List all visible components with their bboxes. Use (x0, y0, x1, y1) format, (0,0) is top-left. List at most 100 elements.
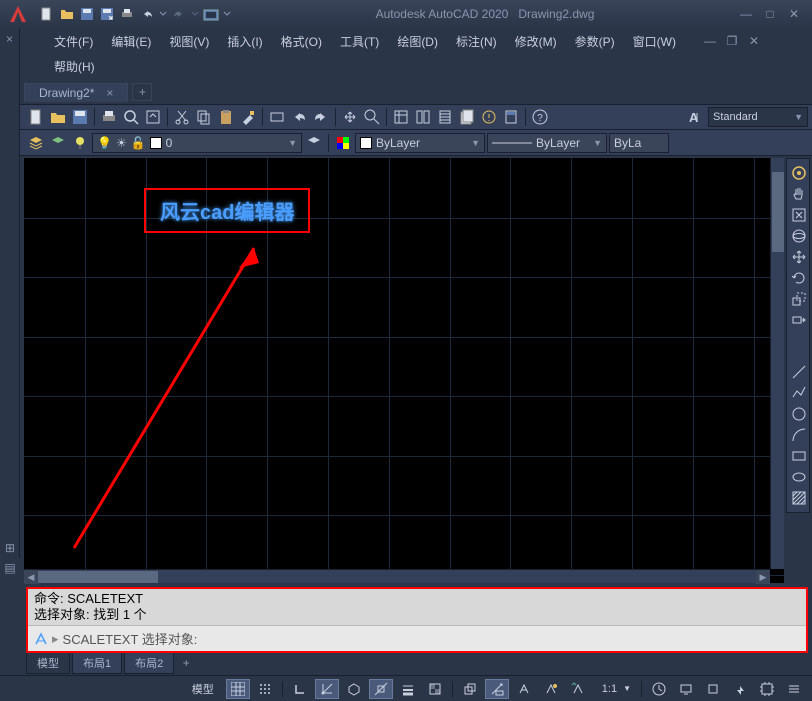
menu-edit[interactable]: 编辑(E) (103, 31, 159, 52)
toolbar-close-icon[interactable]: × (0, 28, 19, 50)
design-center-icon[interactable] (413, 107, 433, 127)
tool-palettes-icon[interactable] (435, 107, 455, 127)
new-file-icon[interactable] (26, 107, 46, 127)
sheet-set-icon[interactable] (457, 107, 477, 127)
layer-off-icon[interactable] (70, 133, 90, 153)
snap-toggle-icon[interactable] (253, 679, 277, 699)
osnap-toggle-icon[interactable] (369, 679, 393, 699)
redo-tb-icon[interactable] (311, 107, 331, 127)
menu-draw[interactable]: 绘图(D) (389, 31, 446, 52)
text-style-dropdown[interactable]: Standard▼ (708, 107, 808, 127)
menu-dimension[interactable]: 标注(N) (448, 31, 505, 52)
rectangle-tool-icon[interactable] (789, 446, 809, 466)
pan-tool-icon[interactable] (789, 184, 809, 204)
scroll-right-icon[interactable]: ▶ (756, 570, 770, 584)
layout1-tab[interactable]: 布局1 (72, 652, 122, 674)
line-tool-icon[interactable] (789, 362, 809, 382)
menu-tools[interactable]: 工具(T) (332, 31, 387, 52)
arc-tool-icon[interactable] (789, 425, 809, 445)
layer-match-icon[interactable] (304, 133, 324, 153)
menu-format[interactable]: 格式(O) (273, 31, 330, 52)
linetype-dropdown[interactable]: ByLayer ▼ (487, 133, 607, 153)
cut-icon[interactable] (172, 107, 192, 127)
add-layout-button[interactable]: + (176, 656, 196, 670)
autoscale-icon[interactable] (566, 679, 590, 699)
quickcalc-icon[interactable] (501, 107, 521, 127)
annotation-monitor-icon[interactable] (674, 679, 698, 699)
transparency-toggle-icon[interactable] (423, 679, 447, 699)
palette-icon[interactable]: ⊞ (2, 540, 18, 556)
lineweight-toggle-icon[interactable] (396, 679, 420, 699)
paste-icon[interactable] (216, 107, 236, 127)
menu-help[interactable]: 帮助(H) (46, 56, 103, 77)
grid-toggle-icon[interactable] (226, 679, 250, 699)
help-icon[interactable]: ? (530, 107, 550, 127)
annotation-scale-icon[interactable] (512, 679, 536, 699)
color-control-icon[interactable] (333, 133, 353, 153)
markup-icon[interactable] (479, 107, 499, 127)
toolbar-handle[interactable]: × (0, 28, 20, 558)
ortho-toggle-icon[interactable] (288, 679, 312, 699)
workspace-icon[interactable] (202, 5, 220, 23)
command-input-line[interactable]: ▸ SCALETEXT 选择对象: (28, 625, 806, 651)
qat-dropdown-icon[interactable] (222, 5, 232, 23)
ellipse-tool-icon[interactable] (789, 467, 809, 487)
plot-icon[interactable] (99, 107, 119, 127)
open-icon[interactable] (58, 5, 76, 23)
model-tab[interactable]: 模型 (26, 652, 70, 674)
scroll-left-icon[interactable]: ◀ (24, 570, 38, 584)
menu-view[interactable]: 视图(V) (161, 31, 217, 52)
block-editor-icon[interactable] (267, 107, 287, 127)
publish-icon[interactable] (143, 107, 163, 127)
open-file-icon[interactable] (48, 107, 68, 127)
copy-icon[interactable] (194, 107, 214, 127)
pan-icon[interactable] (340, 107, 360, 127)
match-props-icon[interactable] (238, 107, 258, 127)
palette2-icon[interactable]: ▤ (2, 560, 18, 576)
circle-tool-icon[interactable] (789, 404, 809, 424)
redo-icon[interactable] (170, 5, 188, 23)
undo-icon[interactable] (138, 5, 156, 23)
model-space-button[interactable]: 模型 (183, 679, 223, 699)
mdi-restore-button[interactable]: ❐ (724, 33, 740, 49)
text-object[interactable]: 风云cad编辑器 (144, 188, 310, 233)
document-tab[interactable]: Drawing2* × (24, 83, 128, 102)
polar-toggle-icon[interactable] (315, 679, 339, 699)
save-icon[interactable] (78, 5, 96, 23)
print-icon[interactable] (118, 5, 136, 23)
zoom-icon[interactable] (362, 107, 382, 127)
tab-close-icon[interactable]: × (106, 86, 113, 100)
menu-modify[interactable]: 修改(M) (507, 31, 565, 52)
clean-screen-icon[interactable] (755, 679, 779, 699)
horizontal-scrollbar[interactable]: ◀ ▶ (24, 569, 770, 583)
menu-parametric[interactable]: 参数(P) (567, 31, 623, 52)
undo-tb-icon[interactable] (289, 107, 309, 127)
nav-stretch-icon[interactable] (789, 310, 809, 330)
zoom-extents-icon[interactable] (789, 205, 809, 225)
minimize-button[interactable]: — (738, 6, 754, 22)
layer-states-icon[interactable] (48, 133, 68, 153)
isodraft-icon[interactable] (342, 679, 366, 699)
text-style-icon[interactable]: A (684, 107, 704, 127)
new-tab-button[interactable]: + (132, 83, 152, 101)
layer-dropdown[interactable]: 💡 ☀ 🔓 0 ▼ (92, 133, 302, 153)
saveas-icon[interactable] (98, 5, 116, 23)
polyline-tool-icon[interactable] (789, 383, 809, 403)
new-icon[interactable] (38, 5, 56, 23)
vertical-scrollbar[interactable] (770, 158, 784, 569)
mdi-close-button[interactable]: ✕ (746, 33, 762, 49)
annotation-visibility-icon[interactable] (539, 679, 563, 699)
drawing-area[interactable]: 风云cad编辑器 ◀ ▶ (24, 158, 784, 583)
layer-props-icon[interactable] (26, 133, 46, 153)
menu-insert[interactable]: 插入(I) (219, 31, 270, 52)
workspace-switch-icon[interactable] (647, 679, 671, 699)
isolate-objects-icon[interactable] (701, 679, 725, 699)
nav-move-icon[interactable] (789, 247, 809, 267)
nav-scale-icon[interactable] (789, 289, 809, 309)
preview-icon[interactable] (121, 107, 141, 127)
customize-icon[interactable] (782, 679, 806, 699)
hardware-accel-icon[interactable] (728, 679, 752, 699)
save-file-icon[interactable] (70, 107, 90, 127)
close-button[interactable]: ✕ (786, 6, 802, 22)
menu-window[interactable]: 窗口(W) (625, 31, 684, 52)
